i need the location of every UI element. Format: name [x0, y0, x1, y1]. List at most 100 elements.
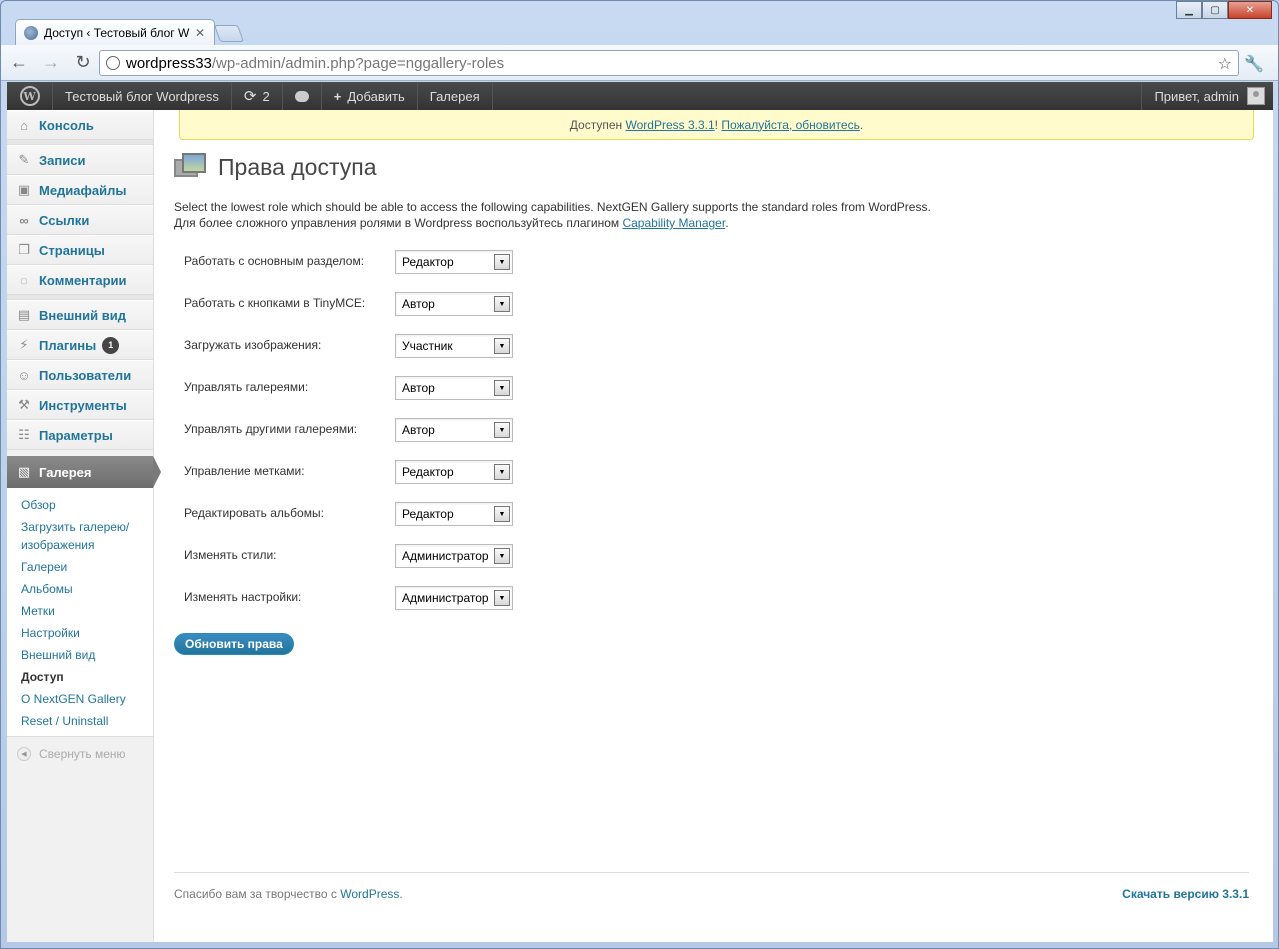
- menu-item-appearance[interactable]: ▤ Внешний вид: [7, 300, 153, 330]
- submenu-roles[interactable]: Доступ: [21, 666, 141, 688]
- field-label: Изменять стили:: [184, 548, 277, 562]
- select-value: Автор: [402, 297, 435, 311]
- submenu-options[interactable]: Настройки: [21, 622, 141, 644]
- role-select-styles[interactable]: Администратор ▼: [395, 544, 513, 568]
- menu-label: Галерея: [39, 464, 92, 480]
- wordpress-logo-icon: W: [19, 86, 40, 106]
- page-viewport: W Тестовый блог Wordpress ⟳ 2 + Добавить…: [7, 82, 1273, 942]
- menu-item-posts[interactable]: ✎ Записи: [7, 145, 153, 175]
- greeting-text: Привет, admin: [1154, 88, 1239, 104]
- back-button[interactable]: ←: [5, 49, 33, 77]
- role-select-main[interactable]: Редактор ▼: [395, 250, 513, 274]
- menu-label: Параметры: [39, 427, 113, 443]
- close-tab-icon[interactable]: ✕: [194, 26, 206, 40]
- notice-prefix: Доступен: [569, 117, 623, 132]
- form-row: Управление метками: Редактор ▼: [174, 455, 1254, 497]
- updates-link[interactable]: ⟳ 2: [232, 82, 283, 110]
- role-select-options[interactable]: Администратор ▼: [395, 586, 513, 610]
- favicon-icon: [24, 25, 38, 40]
- menu-item-pages[interactable]: ❐ Страницы: [7, 235, 153, 265]
- menu-item-plugins[interactable]: ⚡ Плагины 1: [7, 330, 153, 360]
- new-tab-button[interactable]: [213, 25, 245, 42]
- role-select-manage-others[interactable]: Автор ▼: [395, 418, 513, 442]
- menu-item-users[interactable]: ☺ Пользователи: [7, 360, 153, 390]
- minimize-button[interactable]: ▁: [1176, 1, 1202, 19]
- submenu-albums[interactable]: Альбомы: [21, 578, 141, 600]
- link-icon: ∞: [19, 212, 29, 228]
- description-line-1: Select the lowest role which should be a…: [174, 200, 931, 214]
- update-notice: Доступен WordPress 3.3.1! Пожалуйста, об…: [179, 110, 1254, 140]
- submenu-galleries[interactable]: Галереи: [21, 556, 141, 578]
- reload-button[interactable]: ↻: [69, 49, 97, 77]
- updates-count: 2: [262, 88, 270, 104]
- url-host: wordpress33: [126, 54, 212, 72]
- submenu-upload[interactable]: Загрузить галерею/ изображения: [21, 516, 141, 556]
- add-new-menu[interactable]: + Добавить: [322, 82, 418, 110]
- menu-label: Записи: [39, 152, 86, 168]
- wordpress-link[interactable]: WordPress: [340, 887, 399, 901]
- my-account-menu[interactable]: Привет, admin: [1141, 82, 1273, 110]
- submenu-reset[interactable]: Reset / Uninstall: [21, 710, 141, 732]
- role-select-upload[interactable]: Участник ▼: [395, 334, 513, 358]
- maximize-button[interactable]: ▢: [1202, 1, 1228, 19]
- add-new-label: Добавить: [347, 88, 405, 104]
- select-value: Администратор: [402, 549, 489, 563]
- bookmark-star-icon[interactable]: ☆: [1218, 54, 1232, 74]
- browser-toolbar: ← → ↻ wordpress33/wp-admin/admin.php?pag…: [1, 45, 1278, 81]
- wordpress-version-link[interactable]: WordPress 3.3.1: [626, 118, 715, 132]
- submenu-about[interactable]: О NextGEN Gallery: [21, 688, 141, 710]
- window-controls: ▁ ▢ ✕: [1176, 1, 1272, 19]
- tab-title: Доступ ‹ Тестовый блог W: [44, 25, 190, 40]
- update-roles-button[interactable]: Обновить права: [174, 633, 294, 655]
- download-version-link[interactable]: Скачать версию 3.3.1: [1122, 887, 1249, 901]
- submenu-tags[interactable]: Метки: [21, 600, 141, 622]
- dropdown-arrow-icon: ▼: [494, 422, 510, 438]
- capability-manager-link[interactable]: Capability Manager: [622, 216, 725, 230]
- avatar: [1247, 87, 1265, 105]
- menu-item-settings[interactable]: ☷ Параметры: [7, 420, 153, 450]
- menu-item-tools[interactable]: ⚒ Инструменты: [7, 390, 153, 420]
- menu-item-dashboard[interactable]: ⌂ Консоль: [7, 110, 153, 140]
- comment-icon: ◌: [20, 272, 28, 288]
- role-select-albums[interactable]: Редактор ▼: [395, 502, 513, 526]
- main-content: Доступен WordPress 3.3.1! Пожалуйста, об…: [174, 110, 1254, 655]
- roles-form: Работать с основным разделом: Редактор ▼ …: [174, 245, 1254, 623]
- url-path: /wp-admin/admin.php?page=nggallery-roles: [211, 54, 505, 72]
- collapse-arrow-icon: ◀: [17, 747, 31, 761]
- menu-item-gallery[interactable]: ▧ Галерея: [7, 456, 161, 488]
- select-value: Редактор: [402, 465, 454, 479]
- browser-tab[interactable]: Доступ ‹ Тестовый блог W ✕: [15, 19, 215, 45]
- submenu-style[interactable]: Внешний вид: [21, 644, 141, 666]
- menu-item-media[interactable]: ▣ Медиафайлы: [7, 175, 153, 205]
- gallery-menu[interactable]: Галерея: [418, 82, 493, 110]
- field-label: Изменять настройки:: [184, 590, 302, 604]
- role-select-tinymce[interactable]: Автор ▼: [395, 292, 513, 316]
- close-window-button[interactable]: ✕: [1228, 1, 1272, 19]
- submenu-overview[interactable]: Обзор: [21, 494, 141, 516]
- plus-icon: +: [333, 88, 342, 104]
- wp-logo-menu[interactable]: W: [7, 82, 53, 110]
- field-label: Работать с основным разделом:: [184, 254, 365, 268]
- menu-label: Консоль: [39, 117, 94, 133]
- dropdown-arrow-icon: ▼: [494, 548, 510, 564]
- menu-item-links[interactable]: ∞ Ссылки: [7, 205, 153, 235]
- globe-icon: [106, 56, 120, 70]
- role-select-tags[interactable]: Редактор ▼: [395, 460, 513, 484]
- collapse-menu-button[interactable]: ◀ Свернуть меню: [7, 737, 153, 761]
- refresh-icon: ⟳: [243, 88, 257, 105]
- form-row: Изменять стили: Администратор ▼: [174, 539, 1254, 581]
- menu-item-comments[interactable]: ◌ Комментарии: [7, 265, 153, 295]
- field-label: Загружать изображения:: [184, 338, 322, 352]
- tab-strip: Доступ ‹ Тестовый блог W ✕ ▁ ▢ ✕: [1, 1, 1278, 45]
- forward-button[interactable]: →: [37, 49, 65, 77]
- address-bar[interactable]: wordpress33/wp-admin/admin.php?page=ngga…: [99, 50, 1239, 76]
- appearance-icon: ▤: [17, 307, 31, 322]
- site-name-link[interactable]: Тестовый блог Wordpress: [53, 82, 232, 110]
- role-select-manage-gallery[interactable]: Автор ▼: [395, 376, 513, 400]
- select-value: Редактор: [402, 255, 454, 269]
- comments-link[interactable]: [283, 82, 322, 110]
- update-now-link[interactable]: Пожалуйста, обновитесь: [721, 118, 860, 132]
- wrench-icon[interactable]: 🔧: [1244, 54, 1264, 74]
- notice-mid: !: [714, 117, 719, 132]
- dropdown-arrow-icon: ▼: [494, 590, 510, 606]
